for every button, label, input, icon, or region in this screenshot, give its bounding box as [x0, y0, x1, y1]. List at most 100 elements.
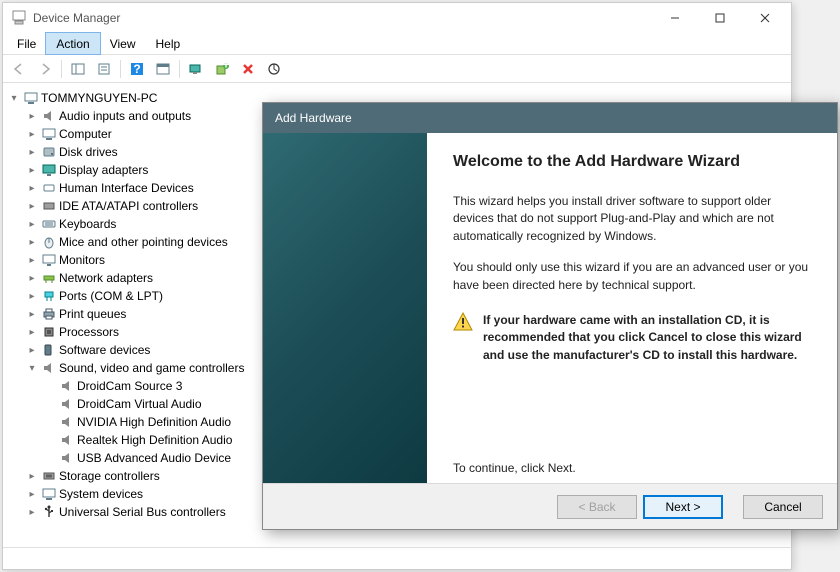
node-label: DroidCam Virtual Audio [77, 397, 202, 411]
node-label: TOMMYNGUYEN-PC [41, 91, 157, 105]
node-label: Human Interface Devices [59, 181, 194, 195]
node-label: Sound, video and game controllers [59, 361, 244, 375]
separator [120, 60, 121, 78]
storage-icon [41, 468, 57, 484]
back-button[interactable] [7, 57, 31, 81]
add-hardware-wizard: Add Hardware Welcome to the Add Hardware… [262, 102, 838, 530]
node-label: Keyboards [59, 217, 116, 231]
expand-icon[interactable] [25, 363, 39, 374]
minimize-button[interactable] [652, 4, 697, 32]
expand-icon[interactable] [25, 507, 39, 518]
display-icon [41, 162, 57, 178]
node-label: Software devices [59, 343, 150, 357]
expand-icon[interactable] [25, 345, 39, 356]
app-icon [11, 10, 27, 26]
expand-icon[interactable] [7, 93, 21, 104]
computer-icon [23, 90, 39, 106]
software-icon [41, 342, 57, 358]
properties-button[interactable] [92, 57, 116, 81]
wizard-body: Welcome to the Add Hardware Wizard This … [263, 133, 837, 483]
speaker-icon [59, 378, 75, 394]
cpu-icon [41, 324, 57, 340]
warning-icon [453, 312, 473, 332]
printer-icon [41, 306, 57, 322]
wizard-continue-text: To continue, click Next. [453, 461, 576, 475]
node-label: Universal Serial Bus controllers [59, 505, 226, 519]
forward-button[interactable] [33, 57, 57, 81]
hid-icon [41, 180, 57, 196]
node-label: Realtek High Definition Audio [77, 433, 232, 447]
maximize-button[interactable] [697, 4, 742, 32]
back-button[interactable]: < Back [557, 495, 637, 519]
separator [179, 60, 180, 78]
scan-hardware-button[interactable] [184, 57, 208, 81]
speaker-icon [41, 360, 57, 376]
usb-icon [41, 504, 57, 520]
wizard-warning: If your hardware came with an installati… [453, 312, 811, 364]
wizard-titlebar: Add Hardware [263, 103, 837, 133]
expand-icon[interactable] [25, 219, 39, 230]
mouse-icon [41, 234, 57, 250]
show-hide-tree-button[interactable] [66, 57, 90, 81]
node-label: Ports (COM & LPT) [59, 289, 163, 303]
port-icon [41, 288, 57, 304]
menu-action[interactable]: Action [46, 33, 99, 54]
next-button[interactable]: Next > [643, 495, 723, 519]
help-button[interactable]: ? [125, 57, 149, 81]
node-label: Mice and other pointing devices [59, 235, 228, 249]
node-label: Processors [59, 325, 119, 339]
svg-text:+: + [222, 62, 229, 72]
close-button[interactable] [742, 4, 787, 32]
expand-icon[interactable] [25, 111, 39, 122]
speaker-icon [59, 396, 75, 412]
wizard-main: Welcome to the Add Hardware Wizard This … [427, 133, 837, 483]
action-button[interactable] [151, 57, 175, 81]
expand-icon[interactable] [25, 165, 39, 176]
expand-icon[interactable] [25, 273, 39, 284]
expand-icon[interactable] [25, 129, 39, 140]
wizard-warning-text: If your hardware came with an installati… [483, 312, 811, 364]
expand-icon[interactable] [25, 327, 39, 338]
node-label: Storage controllers [59, 469, 160, 483]
node-label: Display adapters [59, 163, 148, 177]
statusbar [3, 547, 791, 569]
expand-icon[interactable] [25, 471, 39, 482]
separator [61, 60, 62, 78]
expand-icon[interactable] [25, 183, 39, 194]
ide-icon [41, 198, 57, 214]
uninstall-device-button[interactable] [236, 57, 260, 81]
window-buttons [652, 4, 787, 32]
disk-icon [41, 144, 57, 160]
window-title: Device Manager [33, 11, 652, 25]
wizard-paragraph: You should only use this wizard if you a… [453, 259, 811, 294]
expand-icon[interactable] [25, 201, 39, 212]
network-icon [41, 270, 57, 286]
node-label: System devices [59, 487, 143, 501]
monitor-icon [41, 252, 57, 268]
menu-help[interactable]: Help [146, 33, 191, 54]
computer-icon [41, 126, 57, 142]
wizard-heading: Welcome to the Add Hardware Wizard [453, 153, 811, 171]
keyboard-icon [41, 216, 57, 232]
menu-view[interactable]: View [100, 33, 146, 54]
menubar: File Action View Help [3, 33, 791, 55]
node-label: Computer [59, 127, 112, 141]
expand-icon[interactable] [25, 255, 39, 266]
expand-icon[interactable] [25, 147, 39, 158]
menu-file[interactable]: File [7, 33, 46, 54]
svg-text:?: ? [133, 62, 140, 76]
wizard-title: Add Hardware [275, 111, 352, 125]
expand-icon[interactable] [25, 489, 39, 500]
expand-icon[interactable] [25, 291, 39, 302]
node-label: Monitors [59, 253, 105, 267]
node-label: DroidCam Source 3 [77, 379, 182, 393]
toolbar: ? + [3, 55, 791, 83]
cancel-button[interactable]: Cancel [743, 495, 823, 519]
expand-icon[interactable] [25, 237, 39, 248]
expand-icon[interactable] [25, 309, 39, 320]
wizard-paragraph: This wizard helps you install driver sof… [453, 193, 811, 245]
update-driver-button[interactable] [262, 57, 286, 81]
node-label: Print queues [59, 307, 126, 321]
speaker-icon [41, 108, 57, 124]
add-legacy-hardware-button[interactable]: + [210, 57, 234, 81]
